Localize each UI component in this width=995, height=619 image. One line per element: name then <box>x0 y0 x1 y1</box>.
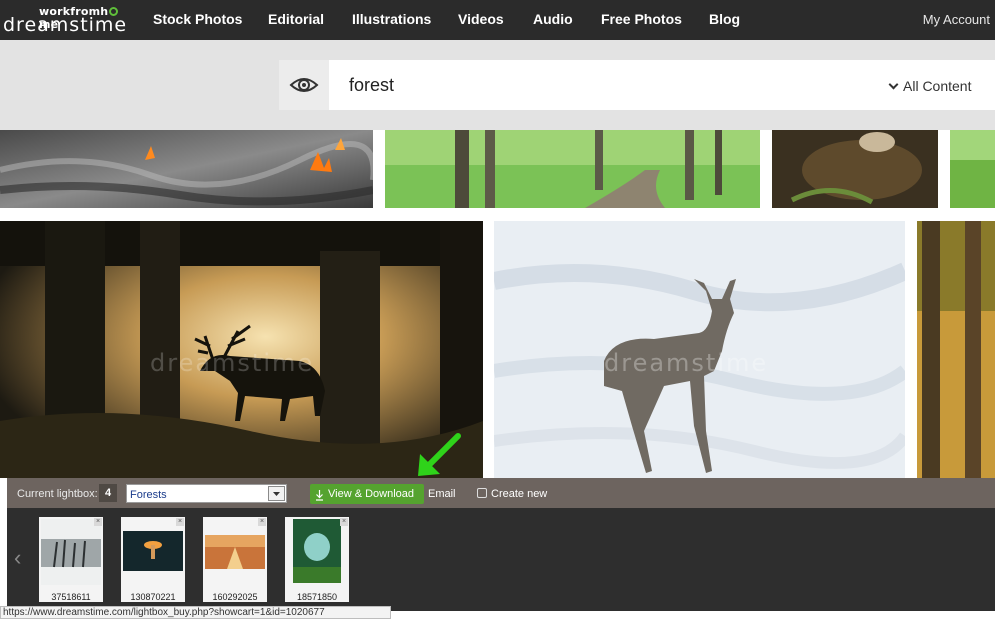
eye-icon[interactable] <box>279 60 329 110</box>
photo-autumn-forest[interactable] <box>917 221 995 478</box>
watermark: dreamstime <box>604 349 768 377</box>
status-url: https://www.dreamstime.com/lightbox_buy.… <box>0 606 391 619</box>
thumb-id: 37518611 <box>51 592 91 602</box>
logo-wordmark: dreamstime <box>3 14 128 36</box>
green-arrow-icon <box>410 430 466 480</box>
photo-deer-in-snow[interactable]: dreamstime <box>494 221 905 478</box>
download-icon <box>315 488 324 501</box>
photo-green-edge[interactable] <box>950 130 995 208</box>
nav-illustrations[interactable]: Illustrations <box>352 11 431 27</box>
nav-audio[interactable]: Audio <box>533 11 573 27</box>
search-query[interactable]: forest <box>349 75 394 96</box>
thumb-id: 160292025 <box>212 592 258 602</box>
photo-forest-nest[interactable] <box>772 130 938 208</box>
dropdown-arrow-icon[interactable] <box>268 486 285 501</box>
lightbox-thumb[interactable] <box>39 517 103 602</box>
nav-stock-photos[interactable]: Stock Photos <box>153 11 242 27</box>
nav-editorial[interactable]: Editorial <box>268 11 324 27</box>
lightbox-thumb[interactable] <box>203 517 267 602</box>
dreamstime-logo[interactable]: workfromhme dreamstime <box>3 2 128 38</box>
photo-burning-ground[interactable] <box>0 130 373 208</box>
thumb-id: 130870221 <box>130 592 176 602</box>
lightbox-thumb[interactable] <box>285 517 349 602</box>
create-new-link[interactable]: Create new <box>491 488 547 500</box>
close-icon[interactable]: × <box>258 518 266 526</box>
chevron-down-icon <box>888 79 899 90</box>
view-download-label: View & Download <box>328 488 415 500</box>
chevron-left-icon[interactable]: ‹ <box>14 545 21 571</box>
nav-free-photos[interactable]: Free Photos <box>601 11 682 27</box>
current-lightbox-label: Current lightbox: <box>17 488 98 500</box>
close-icon[interactable]: × <box>94 518 102 526</box>
lightbox-count-badge: 4 <box>99 484 117 502</box>
my-account-link[interactable]: My Account <box>923 12 990 27</box>
content-filter-dropdown[interactable]: All Content <box>888 78 972 94</box>
email-link[interactable]: Email <box>428 488 456 500</box>
content-filter-label: All Content <box>903 78 972 94</box>
create-new-icon <box>477 488 487 498</box>
lightbox-selected-value: Forests <box>130 489 167 501</box>
photo-forest-path[interactable] <box>385 130 760 208</box>
watermark: dreamstime <box>150 349 314 377</box>
nav-blog[interactable]: Blog <box>709 11 740 27</box>
close-icon[interactable]: × <box>176 518 184 526</box>
close-icon[interactable]: × <box>340 518 348 526</box>
thumb-id: 18571850 <box>296 592 338 602</box>
nav-videos[interactable]: Videos <box>458 11 504 27</box>
lightbox-thumb[interactable] <box>121 517 185 602</box>
